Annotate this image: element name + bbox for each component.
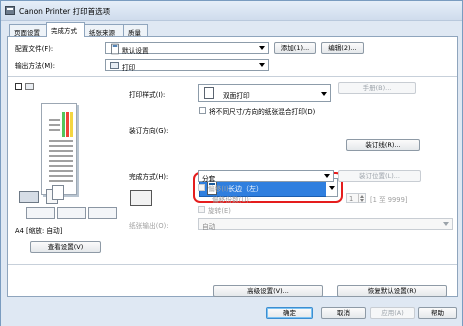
finishing-value: 分套 <box>202 175 216 183</box>
mixed-paper-checkbox[interactable] <box>199 107 206 114</box>
finishing-label: 完成方式(H): <box>129 173 169 181</box>
offset-checkbox[interactable] <box>198 184 205 191</box>
page-order-icon[interactable] <box>88 207 117 219</box>
staple-position-button[interactable]: 装订位置(L)... <box>338 170 421 182</box>
output-method-label: 输出方法(M): <box>15 62 55 70</box>
print-style-value: 双面打印 <box>223 92 250 100</box>
rotate-label: 旋转(E) <box>208 207 231 215</box>
chevron-down-icon <box>259 46 265 50</box>
paper-output-label: 纸张输出(O): <box>129 222 169 230</box>
advanced-settings-button[interactable]: 高级设置(V)... <box>213 285 323 297</box>
spinner-icon[interactable] <box>358 194 365 203</box>
tab-finishing[interactable]: 完成方式 <box>46 22 85 37</box>
orientation-mode-icon[interactable] <box>57 207 86 219</box>
preview-color-bar-green <box>62 112 65 137</box>
paper-output-select[interactable]: 自动 <box>198 218 453 231</box>
preview-color-bar-yellow <box>70 112 73 137</box>
finishing-select[interactable]: 分套 <box>198 170 334 183</box>
page-preview <box>41 103 77 195</box>
preview-text-line <box>49 180 73 182</box>
title-bar: Canon Printer 打印首选项 <box>1 1 462 21</box>
offset-copies-range: [1 至 9999] <box>370 196 408 204</box>
window-title: Canon Printer 打印首选项 <box>19 7 111 16</box>
profile-document-icon <box>111 43 119 55</box>
chevron-down-icon <box>443 222 449 226</box>
chevron-down-icon <box>259 63 265 67</box>
divider <box>8 264 457 265</box>
paper-stack-icon <box>52 185 64 200</box>
offset-copies-value: 1 <box>349 195 354 203</box>
finishing-panel: 配置文件(F): 默认设置 添加(1)... 编辑(2)... 输出方法(M):… <box>7 36 458 297</box>
profile-select[interactable]: 默认设置 <box>105 42 269 55</box>
profile-label: 配置文件(F): <box>15 45 54 53</box>
preview-text-line <box>49 170 73 172</box>
print-style-select[interactable]: 双面打印 <box>198 84 331 102</box>
offset-copies-input[interactable]: 1 <box>346 193 366 203</box>
view-settings-button[interactable]: 查看设置(V) <box>30 241 101 253</box>
preview-text-line <box>49 124 60 126</box>
printer-preferences-window: Canon Printer 打印首选项 页面设置 完成方式 纸张来源 质量 配置… <box>0 0 463 326</box>
rotate-checkbox[interactable] <box>198 206 205 213</box>
preview-text-line <box>49 150 73 152</box>
chevron-down-icon <box>321 92 327 96</box>
preview-text-line <box>49 129 60 131</box>
offset-label: 偏移(I) <box>208 185 229 193</box>
layout-mode-icon[interactable] <box>26 207 55 219</box>
manual-duplex-button[interactable]: 手册(B)... <box>338 82 416 94</box>
tab-page-setup[interactable]: 页面设置 <box>9 24 47 37</box>
tab-paper-source[interactable]: 纸张来源 <box>84 24 124 37</box>
tab-quality[interactable]: 质量 <box>123 24 148 37</box>
print-style-label: 打印样式(I): <box>129 91 166 99</box>
binding-value: 长边（左） <box>228 185 263 193</box>
output-method-select[interactable]: 打印 <box>105 59 269 72</box>
layout-view-icon[interactable] <box>15 83 22 90</box>
add-profile-button[interactable]: 添加(1)... <box>274 42 316 54</box>
dialog-button-bar: 确定 取消 应用(A) 帮助 <box>1 299 462 326</box>
preview-text-line <box>49 145 73 147</box>
chevron-down-icon <box>324 174 330 178</box>
profile-value: 默认设置 <box>122 47 149 55</box>
print-icon <box>110 62 119 69</box>
preview-text-line <box>49 165 73 167</box>
preview-text-line <box>49 140 73 142</box>
preview-text-line <box>49 119 60 121</box>
edit-profile-button[interactable]: 编辑(2)... <box>321 42 364 54</box>
help-button[interactable]: 帮助 <box>418 307 457 319</box>
binding-margin-button[interactable]: 装订线(R)... <box>346 139 420 151</box>
sheet-view-icon[interactable] <box>25 83 34 90</box>
duplex-page-icon <box>204 87 214 99</box>
preview-color-bar-red <box>66 112 69 137</box>
mixed-paper-label: 将不同尺寸/方向的纸张混合打印(D) <box>209 108 316 116</box>
preview-text-line <box>49 155 73 157</box>
preview-text-line <box>49 160 73 162</box>
restore-defaults-button[interactable]: 恢复默认设置(R) <box>337 285 447 297</box>
ok-button[interactable]: 确定 <box>266 307 313 319</box>
cancel-button[interactable]: 取消 <box>321 307 366 319</box>
collate-output-icon <box>130 190 152 206</box>
apply-button[interactable]: 应用(A) <box>370 307 415 319</box>
binding-label: 装订方向(G): <box>129 127 169 135</box>
paper-output-value: 自动 <box>202 223 216 231</box>
offset-copies-label: 偏移份数(U): <box>212 196 252 204</box>
chevron-down-icon <box>329 186 335 190</box>
divider <box>8 76 457 77</box>
preview-caption: A4 [缩放: 自动] <box>15 227 63 235</box>
printer-icon <box>5 6 15 15</box>
printer-output-icon <box>19 191 39 203</box>
output-method-value: 打印 <box>122 64 136 72</box>
preview-text-line <box>49 175 73 177</box>
